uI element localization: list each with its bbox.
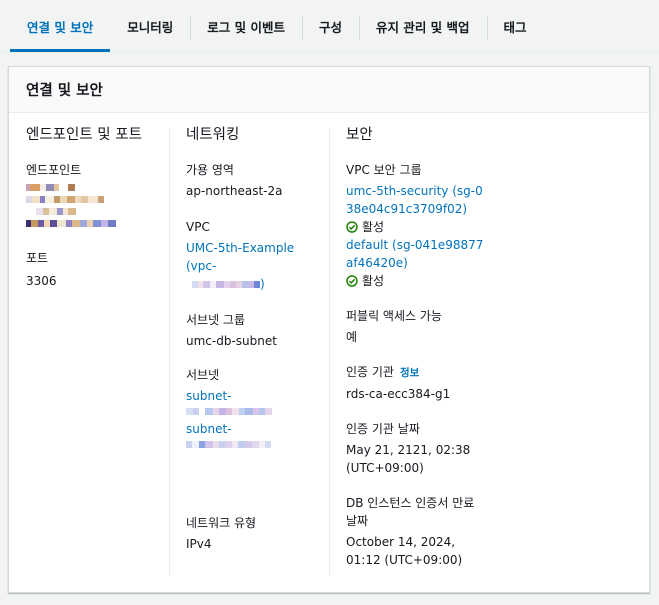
cert-expiry-label: DB 인스턴스 인증서 만료 날짜 [346, 496, 475, 528]
availability-zone-field: 가용 영역 ap-northeast-2a [186, 161, 328, 200]
certificate-authority-label: 인증 기관 정보 [346, 363, 486, 382]
tab-configuration[interactable]: 구성 [301, 0, 359, 52]
endpoint-value-redacted [26, 184, 168, 227]
check-circle-icon [346, 275, 358, 287]
redacted-subnet-id [186, 441, 328, 448]
security-group-status-2: 활성 [346, 272, 486, 290]
cert-expiry-value: October 14, 2024, 01:12 (UTC+09:00) [346, 535, 463, 567]
security-heading: 보안 [346, 127, 373, 143]
network-type-label: 네트워크 유형 [186, 516, 257, 530]
subnet-group-value: umc-db-subnet [186, 334, 277, 348]
column-divider [169, 129, 170, 575]
cert-expiry-field: DB 인스턴스 인증서 만료 날짜 October 14, 2024, 01:1… [346, 494, 486, 569]
certificate-authority-label-text: 인증 기관 [346, 365, 394, 379]
redacted-vpc-id [186, 280, 260, 288]
public-access-label: 퍼블릭 액세스 가능 [346, 309, 442, 323]
redacted-text [26, 196, 168, 203]
subnet-link-1[interactable]: subnet- [186, 387, 328, 405]
status-text: 활성 [362, 274, 385, 288]
tab-tags[interactable]: 태그 [486, 0, 544, 52]
port-label: 포트 [26, 251, 49, 265]
port-value: 3306 [26, 274, 57, 288]
security-column: 보안 VPC 보안 그룹 umc-5th-security (sg-038e04… [346, 127, 486, 582]
network-type-field: 네트워크 유형 IPv4 [186, 514, 328, 553]
tab-bar-divider [0, 52, 659, 53]
security-group-link-1[interactable]: umc-5th-security (sg-038e04c91c3709f02) [346, 182, 486, 218]
ca-date-field: 인증 기관 날짜 May 21, 2121, 02:38 (UTC+09:00) [346, 420, 486, 477]
security-group-status-1: 활성 [346, 218, 486, 236]
tab-maintenance-backups[interactable]: 유지 관리 및 백업 [358, 0, 487, 52]
availability-zone-value: ap-northeast-2a [186, 184, 283, 198]
info-link[interactable]: 정보 [400, 367, 419, 379]
panel-title: 연결 및 보안 [26, 83, 103, 99]
tab-connectivity-security[interactable]: 연결 및 보안 [10, 0, 111, 52]
status-text: 활성 [362, 220, 385, 234]
redacted-subnet-id [186, 408, 328, 415]
subnets-label: 서브넷 [186, 368, 220, 382]
networking-column: 네트워킹 가용 영역 ap-northeast-2a VPC UMC-5th-E… [186, 127, 328, 566]
public-access-field: 퍼블릭 액세스 가능 예 [346, 307, 486, 346]
subnet-link-2[interactable]: subnet- [186, 420, 328, 438]
redacted-text [26, 220, 168, 227]
public-access-value: 예 [346, 330, 358, 344]
vpc-id-suffix[interactable]: ) [260, 275, 265, 293]
certificate-authority-value: rds-ca-ecc384-g1 [346, 387, 451, 401]
port-field: 포트 3306 [26, 249, 168, 290]
vpc-security-groups-field: VPC 보안 그룹 umc-5th-security (sg-038e04c91… [346, 161, 486, 290]
ca-date-label: 인증 기관 날짜 [346, 422, 420, 436]
subnet-group-field: 서브넷 그룹 umc-db-subnet [186, 311, 328, 350]
tab-bar: 연결 및 보안 모니터링 로그 및 이벤트 구성 유지 관리 및 백업 태그 [0, 0, 659, 52]
vpc-id-prefix[interactable]: (vpc- [186, 257, 328, 275]
availability-zone-label: 가용 영역 [186, 163, 234, 177]
security-group-link-2[interactable]: default (sg-041e98877af46420e) [346, 236, 486, 272]
connectivity-security-panel: 연결 및 보안 엔드포인트 및 포트 엔드포인트 포트 3306 네트워킹 가용… [8, 66, 650, 593]
endpoint-port-heading: 엔드포인트 및 포트 [26, 127, 142, 143]
redacted-text [26, 184, 168, 191]
endpoint-port-column: 엔드포인트 및 포트 엔드포인트 포트 3306 [26, 127, 168, 303]
network-type-value: IPv4 [186, 537, 212, 551]
tab-logs-events[interactable]: 로그 및 이벤트 [190, 0, 302, 52]
vpc-field: VPC UMC-5th-Example (vpc- ) [186, 218, 328, 293]
endpoint-label: 엔드포인트 [26, 163, 82, 177]
subnets-field: 서브넷 subnet- subnet- [186, 366, 328, 448]
check-circle-icon [346, 221, 358, 233]
vpc-label: VPC [186, 220, 210, 234]
vpc-link[interactable]: UMC-5th-Example [186, 239, 328, 257]
column-divider [329, 129, 330, 575]
networking-heading: 네트워킹 [186, 127, 240, 143]
panel-header: 연결 및 보안 [9, 67, 649, 113]
tab-monitoring[interactable]: 모니터링 [110, 0, 190, 52]
redacted-text [26, 208, 168, 215]
subnet-group-label: 서브넷 그룹 [186, 313, 246, 327]
endpoint-field: 엔드포인트 [26, 161, 168, 227]
ca-date-value: May 21, 2121, 02:38 (UTC+09:00) [346, 443, 471, 475]
vpc-security-groups-label: VPC 보안 그룹 [346, 163, 422, 177]
certificate-authority-field: 인증 기관 정보 rds-ca-ecc384-g1 [346, 363, 486, 403]
